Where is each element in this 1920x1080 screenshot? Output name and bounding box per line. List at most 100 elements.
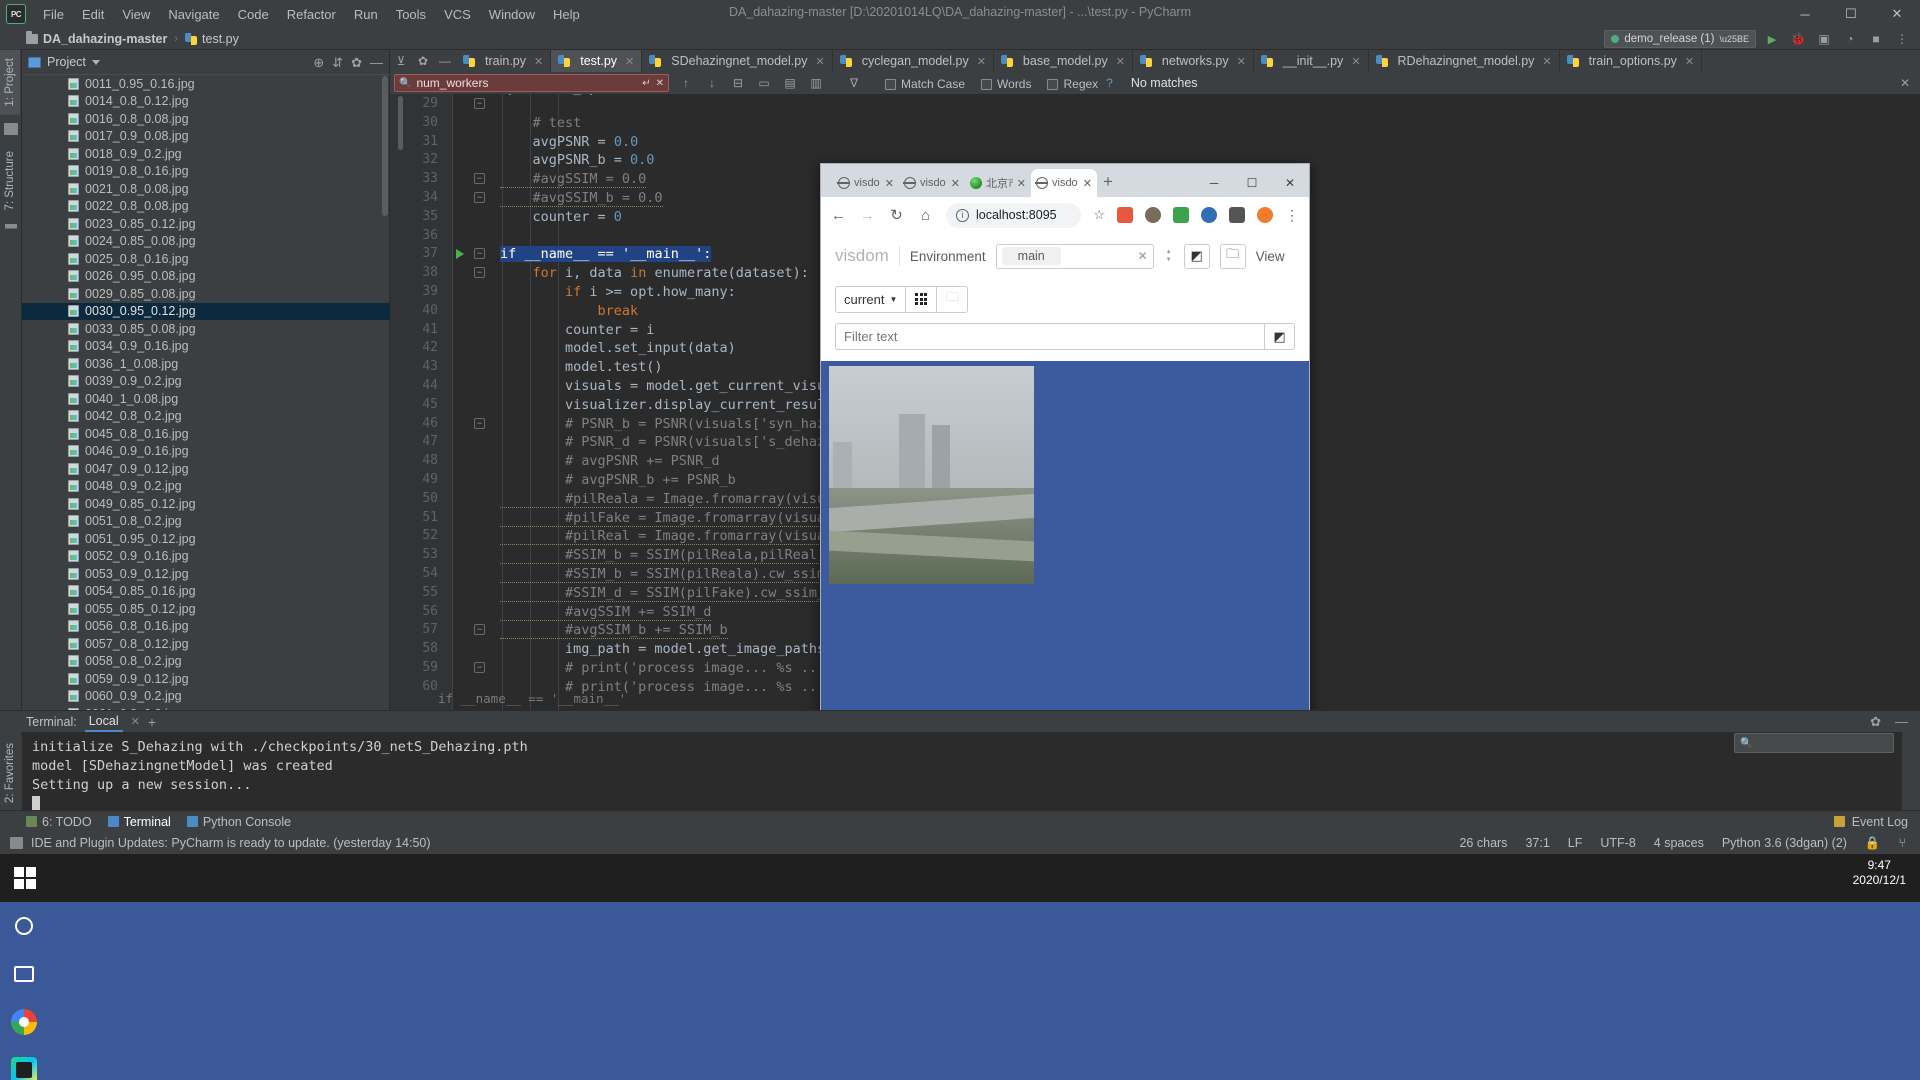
tab-rdehazingnet-model-py[interactable]: RDehazingnet_model.py ✕ bbox=[1369, 50, 1560, 72]
terminal-tab-local[interactable]: Local bbox=[84, 712, 123, 732]
code-line[interactable]: #SSIM_b = SSIM(pilReala,pilReal) bbox=[500, 547, 826, 565]
list-item[interactable]: 0021_0.8_0.08.jpg bbox=[22, 180, 390, 198]
view-label[interactable]: View bbox=[1256, 249, 1285, 264]
code-line[interactable]: counter = 0 bbox=[500, 209, 622, 225]
browser-tab[interactable]: visdo ✕ bbox=[899, 169, 965, 197]
regex-checkbox[interactable] bbox=[1047, 78, 1059, 90]
list-item[interactable]: 0019_0.8_0.16.jpg bbox=[22, 163, 390, 181]
list-item[interactable]: 0011_0.95_0.16.jpg bbox=[22, 75, 390, 93]
folder-button[interactable]: 🗀 bbox=[1219, 243, 1246, 269]
tab-close-icon[interactable]: ✕ bbox=[977, 55, 986, 68]
browser-tab[interactable]: 北京市 ✕ bbox=[965, 169, 1031, 197]
code-line[interactable]: #avgSSIM += SSIM_d bbox=[500, 603, 712, 621]
find-history-icon[interactable]: ↵ bbox=[642, 78, 650, 89]
new-tab-button[interactable]: + bbox=[1103, 172, 1113, 192]
find-input[interactable]: 🔍 num_workers ↵ ✕ bbox=[394, 74, 669, 92]
code-line[interactable]: # test bbox=[500, 115, 582, 131]
project-panel-title[interactable]: Project bbox=[47, 55, 86, 69]
clear-button[interactable]: ◩ bbox=[1183, 243, 1210, 269]
site-info-icon[interactable]: i bbox=[956, 208, 969, 222]
code-fold-icon[interactable]: − bbox=[474, 267, 485, 279]
bookmark-star-icon[interactable]: ☆ bbox=[1093, 207, 1105, 223]
code-line[interactable]: img_path = model.get_image_paths() bbox=[500, 641, 841, 657]
find-next-button[interactable]: ↓ bbox=[703, 76, 721, 90]
list-item[interactable]: 0042_0.8_0.2.jpg bbox=[22, 408, 390, 426]
tab-sdehazingnet-model-py[interactable]: SDehazingnet_model.py ✕ bbox=[642, 50, 833, 72]
list-item[interactable]: 0052_0.9_0.16.jpg bbox=[22, 548, 390, 566]
address-bar[interactable]: i localhost:8095 bbox=[946, 202, 1082, 228]
extension-icon-5[interactable] bbox=[1229, 207, 1245, 223]
find-in-selection-icon[interactable]: ▭ bbox=[755, 76, 773, 90]
commit-icon[interactable] bbox=[3, 122, 18, 135]
list-item[interactable]: 0022_0.8_0.08.jpg bbox=[22, 198, 390, 216]
bottom-item-todo[interactable]: 6: TODO bbox=[26, 815, 92, 829]
code-line[interactable]: # avgPSNR += PSNR_d bbox=[500, 453, 719, 469]
chrome-browser-window[interactable]: visdo✕visdo✕北京市✕visdo✕+─☐✕ ← → ↻ ⌂ i loc… bbox=[820, 163, 1310, 736]
close-icon[interactable]: ✕ bbox=[656, 78, 664, 89]
list-item[interactable]: 0057_0.8_0.12.jpg bbox=[22, 635, 390, 653]
list-item[interactable]: 0046_0.9_0.16.jpg bbox=[22, 443, 390, 461]
more-button[interactable]: ⋮ bbox=[1892, 30, 1912, 48]
match-case-option[interactable]: Match Case bbox=[885, 76, 965, 91]
tab-cyclegan-model-py[interactable]: cyclegan_model.py ✕ bbox=[833, 50, 994, 72]
close-icon[interactable]: ✕ bbox=[1017, 177, 1026, 190]
breadcrumb-file[interactable]: test.py bbox=[202, 32, 239, 46]
code-fold-icon[interactable]: − bbox=[474, 192, 485, 203]
tab-base-model-py[interactable]: base_model.py ✕ bbox=[994, 50, 1133, 72]
status-interpreter[interactable]: Python 3.6 (3dgan) (2) bbox=[1722, 836, 1847, 850]
close-icon[interactable]: ✕ bbox=[1083, 177, 1092, 190]
layout-icon[interactable] bbox=[10, 837, 23, 849]
words-option[interactable]: Words bbox=[981, 76, 1031, 91]
list-item[interactable]: 0053_0.9_0.12.jpg bbox=[22, 565, 390, 583]
browser-tab[interactable]: visdo ✕ bbox=[1031, 169, 1097, 197]
terminal-new-tab-icon[interactable]: + bbox=[148, 714, 156, 730]
sidebar-item-favorites[interactable]: 2: Favorites bbox=[0, 735, 20, 805]
branch-icon[interactable]: ⑂ bbox=[1898, 836, 1906, 850]
terminal-hide-icon[interactable]: — bbox=[1895, 714, 1908, 730]
menu-refactor[interactable]: Refactor bbox=[278, 4, 345, 25]
tab-close-icon[interactable]: ✕ bbox=[1237, 55, 1246, 68]
list-item[interactable]: 0023_0.85_0.12.jpg bbox=[22, 215, 390, 233]
menu-run[interactable]: Run bbox=[345, 4, 387, 25]
find-extra-icon[interactable]: ▤ bbox=[781, 76, 799, 90]
close-icon[interactable]: ✕ bbox=[951, 177, 960, 190]
extension-icon-2[interactable] bbox=[1145, 207, 1161, 223]
extension-icon-4[interactable] bbox=[1201, 207, 1217, 223]
profile-button[interactable]: ◔ bbox=[1840, 30, 1860, 48]
taskbar-clock[interactable]: 9:47 2020/12/1 bbox=[1853, 858, 1906, 888]
code-fold-icon[interactable]: − bbox=[474, 173, 485, 185]
home-icon[interactable]: ⌂ bbox=[917, 207, 934, 224]
code-line[interactable]: visuals = model.get_current_visuals() bbox=[500, 378, 866, 394]
status-encoding[interactable]: UTF-8 bbox=[1600, 836, 1635, 850]
taskbar-search-button[interactable] bbox=[0, 902, 48, 950]
stop-button[interactable]: ■ bbox=[1866, 30, 1886, 48]
lock-icon[interactable]: 🔒 bbox=[1865, 836, 1881, 851]
list-item[interactable]: 0026_0.95_0.08.jpg bbox=[22, 268, 390, 286]
run-line-icon[interactable] bbox=[456, 249, 464, 260]
menu-vcs[interactable]: VCS bbox=[435, 4, 480, 25]
menu-edit[interactable]: Edit bbox=[73, 4, 113, 25]
find-extra2-icon[interactable]: ▥ bbox=[807, 76, 825, 90]
code-line[interactable]: for i, data in enumerate(dataset): bbox=[500, 265, 809, 281]
words-checkbox[interactable] bbox=[981, 78, 993, 90]
sidebar-item-project[interactable]: 1: Project bbox=[0, 50, 20, 115]
tab-list-icon[interactable]: ⊻ bbox=[390, 50, 412, 72]
environment-select[interactable]: main ✕ bbox=[995, 243, 1154, 269]
code-line[interactable]: avgPSNR_b = 0.0 bbox=[500, 152, 655, 168]
bottom-item-python-console[interactable]: Python Console bbox=[186, 815, 291, 829]
tab-close-icon[interactable]: ✕ bbox=[815, 55, 824, 68]
taskbar-app-chrome[interactable] bbox=[0, 998, 48, 1046]
tab-networks-py[interactable]: networks.py ✕ bbox=[1133, 50, 1254, 72]
chrome-close-button[interactable]: ✕ bbox=[1271, 169, 1309, 197]
run-configuration-selector[interactable]: demo_release (1) \u25BE bbox=[1604, 30, 1756, 48]
list-item[interactable]: 0047_0.9_0.12.jpg bbox=[22, 460, 390, 478]
menu-view[interactable]: View bbox=[113, 4, 159, 25]
hide-icon[interactable]: — bbox=[370, 56, 383, 69]
select-all-occurrences-icon[interactable]: ⊟ bbox=[729, 76, 747, 90]
list-item[interactable]: 0025_0.8_0.16.jpg bbox=[22, 250, 390, 268]
maximize-button[interactable]: ☐ bbox=[1828, 0, 1874, 28]
project-scrollbar[interactable] bbox=[382, 76, 388, 216]
chrome-minimize-button[interactable]: ─ bbox=[1195, 169, 1233, 197]
tab--init-py[interactable]: __init__.py ✕ bbox=[1254, 50, 1369, 72]
list-item[interactable]: 0060_0.9_0.2.jpg bbox=[22, 688, 390, 706]
